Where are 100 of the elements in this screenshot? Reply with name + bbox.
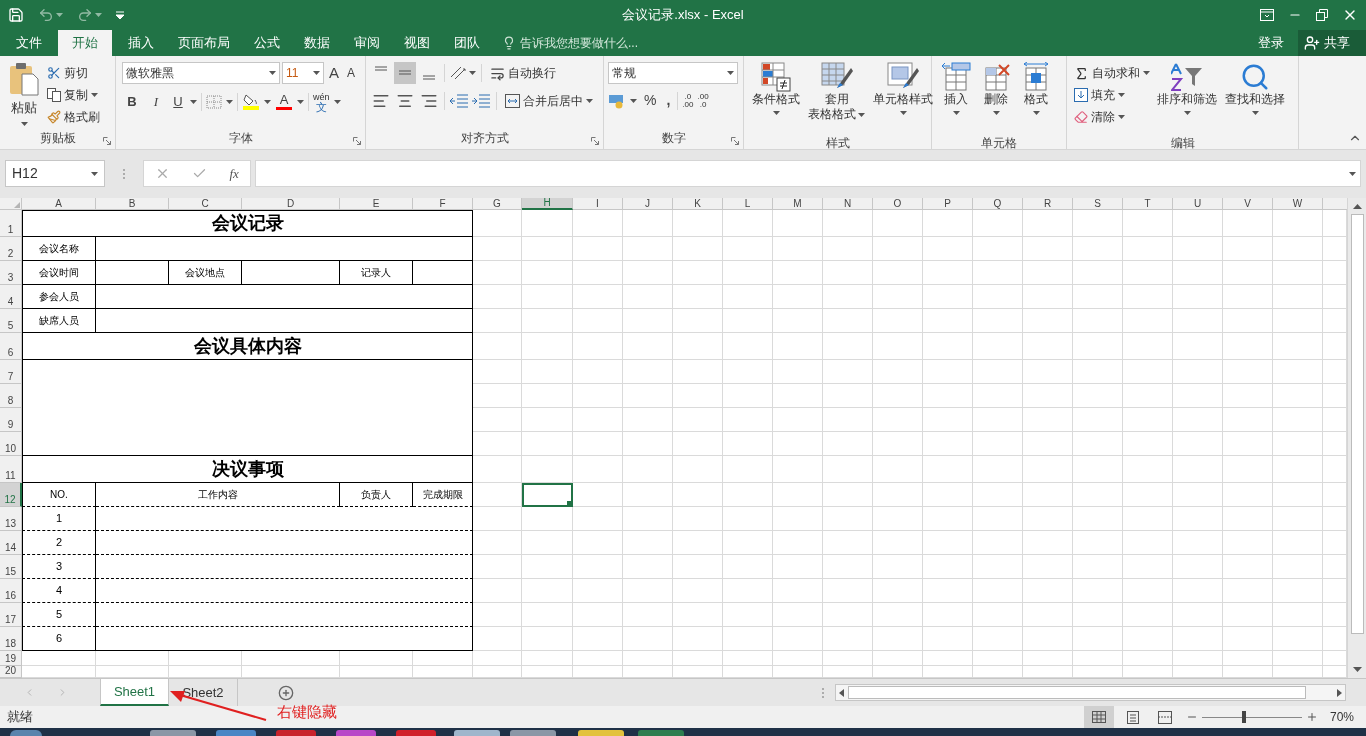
grid-cell[interactable]	[1073, 651, 1123, 666]
grid-cell[interactable]	[673, 285, 723, 309]
grid-cell[interactable]	[973, 432, 1023, 456]
grid-cell[interactable]	[1023, 237, 1073, 261]
shrink-font-button[interactable]: A	[344, 64, 359, 83]
grid-cell[interactable]	[773, 651, 823, 666]
grid-cell[interactable]	[1123, 360, 1173, 384]
column-header[interactable]: K	[673, 198, 723, 210]
row-header[interactable]: 20	[0, 666, 22, 678]
grid-cell[interactable]	[623, 531, 673, 555]
row-header[interactable]: 8	[0, 384, 22, 408]
scroll-up-icon[interactable]	[1352, 204, 1362, 209]
grid-cell[interactable]	[1023, 261, 1073, 285]
grid-cell[interactable]	[1123, 333, 1173, 360]
grid-cell[interactable]	[873, 285, 923, 309]
select-all-button[interactable]	[0, 198, 22, 210]
grid-cell[interactable]	[923, 285, 973, 309]
customize-toolbar-icon[interactable]	[116, 11, 124, 19]
grid-cell[interactable]	[723, 237, 773, 261]
grid-cell[interactable]	[973, 507, 1023, 531]
grid-cell[interactable]	[1173, 579, 1223, 603]
grid-cell[interactable]	[1223, 309, 1273, 333]
column-header[interactable]: U	[1173, 198, 1223, 210]
share-button[interactable]: 共享	[1298, 30, 1366, 56]
grid-cell[interactable]	[1073, 483, 1123, 507]
grid-cell[interactable]	[1223, 261, 1273, 285]
grid-cell[interactable]	[1073, 603, 1123, 627]
row-header[interactable]: 5	[0, 309, 22, 333]
merge-center-button[interactable]: 合并后居中	[502, 90, 596, 112]
grid-cell[interactable]	[873, 261, 923, 285]
grid-cell[interactable]	[923, 456, 973, 483]
grid-cell[interactable]	[973, 309, 1023, 333]
grid-cell[interactable]	[973, 651, 1023, 666]
grid-cell[interactable]	[873, 531, 923, 555]
grid-cell[interactable]	[1173, 456, 1223, 483]
column-header[interactable]: L	[723, 198, 773, 210]
grid-cell[interactable]	[673, 261, 723, 285]
increase-indent-icon[interactable]	[471, 93, 491, 109]
grid-cell[interactable]	[1023, 285, 1073, 309]
column-header[interactable]: M	[773, 198, 823, 210]
grid-cell[interactable]	[973, 261, 1023, 285]
grid-cell[interactable]	[673, 432, 723, 456]
bold-button[interactable]: B	[122, 91, 142, 112]
grid-cell[interactable]	[1023, 309, 1073, 333]
grid-cell[interactable]	[773, 261, 823, 285]
row-header[interactable]: 19	[0, 651, 22, 666]
scroll-down-icon[interactable]	[1352, 667, 1362, 672]
ribbon-tab[interactable]: 公式	[242, 30, 292, 56]
grid-cell[interactable]	[773, 531, 823, 555]
grow-font-button[interactable]: A	[326, 62, 342, 85]
ribbon-tab[interactable]: 数据	[292, 30, 342, 56]
grid-cell[interactable]	[873, 627, 923, 651]
grid-cell[interactable]	[522, 627, 573, 651]
grid-cell[interactable]	[773, 555, 823, 579]
grid-cell[interactable]	[873, 603, 923, 627]
format-painter-button[interactable]: 格式刷	[44, 106, 103, 128]
column-header[interactable]: D	[242, 198, 340, 210]
grid-cell[interactable]	[1273, 333, 1323, 360]
grid-cell[interactable]	[623, 285, 673, 309]
grid-cell[interactable]	[1073, 285, 1123, 309]
taskbar-button[interactable]	[10, 730, 42, 736]
horizontal-scrollbar[interactable]	[835, 684, 1346, 701]
grid-cell[interactable]	[673, 456, 723, 483]
grid-cell[interactable]	[1173, 309, 1223, 333]
grid-cell[interactable]	[1073, 384, 1123, 408]
column-header[interactable]: V	[1223, 198, 1273, 210]
ribbon-tab[interactable]: 页面布局	[166, 30, 242, 56]
grid-cell[interactable]	[573, 360, 623, 384]
grid-cell[interactable]	[673, 360, 723, 384]
grid-cell[interactable]	[773, 507, 823, 531]
column-header[interactable]: H	[522, 198, 573, 210]
grid-cell[interactable]	[573, 261, 623, 285]
grid-cell[interactable]	[923, 432, 973, 456]
grid-cell[interactable]	[723, 384, 773, 408]
grid-cell[interactable]	[773, 627, 823, 651]
grid-cell[interactable]	[1273, 531, 1323, 555]
grid-cell[interactable]	[823, 507, 873, 531]
grid-cell[interactable]	[1023, 360, 1073, 384]
grid-cell[interactable]	[1173, 627, 1223, 651]
align-left-icon[interactable]	[372, 92, 390, 110]
grid-cell[interactable]	[573, 432, 623, 456]
grid-cell[interactable]	[522, 408, 573, 432]
grid-cell[interactable]	[1173, 261, 1223, 285]
taskbar-button[interactable]	[336, 730, 376, 736]
grid-cell[interactable]	[673, 309, 723, 333]
grid-cell[interactable]	[1123, 384, 1173, 408]
grid-cell[interactable]	[1023, 408, 1073, 432]
grid-cell[interactable]	[823, 360, 873, 384]
phonetic-button[interactable]: wén 文	[313, 91, 330, 112]
grid-cell[interactable]	[1223, 360, 1273, 384]
find-select-button[interactable]: 查找和选择	[1221, 62, 1289, 134]
sort-filter-button[interactable]: 排序和筛选	[1153, 62, 1221, 134]
grid-cell[interactable]	[1223, 456, 1273, 483]
grid-cell[interactable]	[673, 579, 723, 603]
grid-cell[interactable]	[1173, 285, 1223, 309]
grid-cell[interactable]	[1273, 210, 1323, 237]
cell-styles-button[interactable]: 单元格样式	[869, 62, 937, 134]
grid-cell[interactable]	[1173, 237, 1223, 261]
italic-button[interactable]: I	[146, 91, 166, 112]
grid-cell[interactable]	[873, 408, 923, 432]
